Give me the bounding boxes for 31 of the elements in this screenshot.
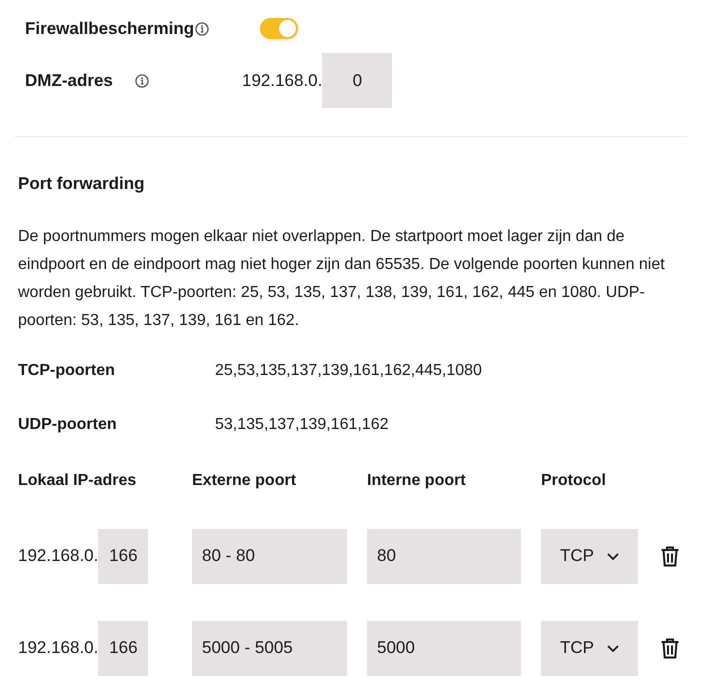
chevron-down-icon bbox=[606, 552, 620, 560]
input-field[interactable]: 166 bbox=[98, 528, 148, 584]
protocol-dropdown[interactable]: TCP bbox=[541, 620, 638, 676]
description-text: De poortnummers mogen elkaar niet overlappen. De startpoort moet lager zijn dan de eindpoort en de eindpoort mag niet hoger zijn dan 65535. De volgende poorten kunnen niet worden gebruikt. TCP-poorten: 25, 53, 135, 137, 138, 139, 161, 162, 445 en 1080. UDP-poorten: 53, 135, 137, 139, 161 en 162. bbox=[18, 226, 666, 330]
input-field[interactable]: 166 bbox=[98, 620, 148, 676]
port-label: UDP-poorten bbox=[18, 414, 118, 434]
column-header: Lokaal IP-adres bbox=[18, 472, 136, 488]
input-field[interactable]: 80 - 80 bbox=[192, 528, 347, 584]
setting-label: Firewallbescherming bbox=[25, 18, 196, 40]
port-label: TCP-poorten bbox=[18, 360, 116, 380]
trash-icon[interactable] bbox=[660, 638, 680, 658]
column-header: Interne poort bbox=[367, 472, 466, 488]
input-field[interactable]: 80 bbox=[367, 528, 521, 584]
setting-label: DMZ-adres bbox=[25, 70, 114, 92]
column-header: Protocol bbox=[541, 472, 606, 488]
ip-prefix: 192.168.0. bbox=[242, 70, 322, 92]
port-list: 53,135,137,139,161,162 bbox=[215, 412, 388, 436]
protocol-dropdown[interactable]: TCP bbox=[541, 528, 638, 584]
port-list: 25,53,135,137,139,161,162,445,1080 bbox=[215, 358, 482, 382]
input-field[interactable]: 5000 - 5005 bbox=[192, 620, 347, 676]
info-icon[interactable] bbox=[135, 74, 149, 88]
input-field[interactable]: 0 bbox=[322, 53, 392, 108]
column-header: Externe poort bbox=[192, 472, 296, 488]
toggle-switch[interactable] bbox=[260, 18, 298, 39]
trash-icon[interactable] bbox=[660, 546, 680, 566]
info-icon[interactable] bbox=[195, 22, 209, 36]
input-field[interactable]: 5000 bbox=[367, 620, 521, 676]
section-title: Port forwarding bbox=[18, 173, 146, 195]
ip-prefix: 192.168.0. bbox=[18, 545, 98, 568]
ip-prefix: 192.168.0. bbox=[18, 637, 98, 660]
chevron-down-icon bbox=[606, 644, 620, 652]
